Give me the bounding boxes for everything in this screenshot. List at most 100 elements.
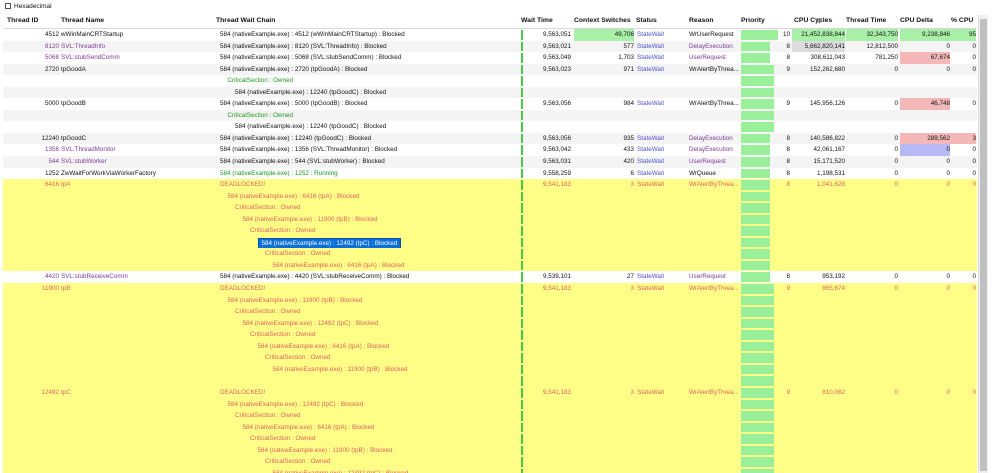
table-row[interactable]: 584 (nativeExample.exe) : 11900 (tpB) : …	[3, 213, 977, 226]
cpu-cycles-cell	[792, 445, 845, 457]
wait-chain-cell: CriticalSection : Owned	[216, 352, 568, 364]
table-row[interactable]: CriticalSection : Owned	[3, 329, 977, 341]
priority-cell	[741, 399, 792, 411]
wait-chain-text: DEADLOCKED!	[220, 388, 266, 396]
scrollbar-thumb[interactable]	[980, 19, 987, 471]
table-row[interactable]: 584 (nativeExample.exe) : 12240 (tpGoodC…	[3, 86, 977, 99]
wait-time-bar	[521, 445, 523, 456]
thread-name-cell: wWinMainCRTStartup	[59, 29, 216, 41]
wait-chain-text: CriticalSection : Owned	[265, 250, 331, 258]
table-row[interactable]: 584 (nativeExample.exe) : 12492 (tpC) : …	[3, 467, 977, 473]
table-row[interactable]: CriticalSection : Owned	[3, 202, 977, 214]
table-row[interactable]: 584 (nativeExample.exe) : 6416 (tpA) : B…	[3, 421, 977, 434]
status-cell-text: StateWait	[637, 54, 665, 62]
hexadecimal-checkbox[interactable]	[5, 3, 11, 9]
cpu-cycles-cell	[792, 410, 845, 422]
wait-time-bar	[521, 214, 523, 225]
priority-bar	[741, 168, 771, 179]
status-cell	[636, 191, 687, 203]
table-row[interactable]: 1252 ZwWaitForWorkViaWorkerFactory 584 (na…	[3, 167, 977, 180]
reason-cell	[689, 364, 739, 376]
table-row[interactable]: 584 (nativeExample.exe) : 6416 (tpA) : B…	[3, 190, 977, 203]
col-thread-time[interactable]: Thread Time	[846, 17, 886, 24]
table-row[interactable]: 5068 SVL:stubSendComm 584 (nativeExample.e…	[3, 52, 977, 64]
table-row[interactable]: CriticalSection : Owned	[3, 75, 977, 87]
wait-chain-cell: CriticalSection : Owned	[216, 202, 538, 214]
wait-chain-text[interactable]: 584 (nativeExample.exe) : 12492 (tpC) : …	[257, 237, 402, 249]
reason-cell-text: UserRequest	[689, 54, 726, 62]
wait-chain-cell: 584 (nativeExample.exe) : 5000 (tpGoodB)…	[216, 98, 523, 110]
table-row[interactable]: 12240 tpGoodC 584 (nativeExample.exe) : 12…	[3, 132, 977, 145]
cpu-cycles-cell: 810,062	[792, 387, 845, 399]
wait-chain-cell: CriticalSection : Owned	[216, 410, 538, 422]
col-thread-id[interactable]: Thread ID	[7, 17, 38, 24]
col-status[interactable]: Status	[636, 17, 657, 24]
col-reason[interactable]: Reason	[689, 17, 714, 24]
context-switches-cell	[574, 445, 634, 457]
table-row[interactable]: 2720 tpGoodA 584 (nativeExample.exe) : 272…	[3, 63, 977, 76]
cpu-delta-cell	[900, 341, 950, 353]
thread-name-cell	[59, 329, 216, 341]
status-cell	[636, 456, 687, 468]
col-wait-chain[interactable]: Thread Wait Chain	[216, 17, 275, 24]
table-row[interactable]: CriticalSection : Owned	[3, 225, 977, 237]
thread-name-cell: tpC	[59, 387, 216, 399]
table-row[interactable]: 4512 wWinMainCRTStartup 584 (nativeExample…	[3, 29, 977, 41]
table-row[interactable]: 11900 tpB DEADLOCKED! 9,541,183 3 StateWait Wr…	[3, 283, 977, 295]
wait-chain-text: 584 (nativeExample.exe) : 12240 (tpGoodC…	[220, 134, 372, 142]
col-thread-name[interactable]: Thread Name	[61, 17, 104, 24]
table-row[interactable]: 584 (nativeExample.exe) : 6416 (tpA) : B…	[3, 340, 977, 353]
table-row[interactable]: 12492 tpC DEADLOCKED! 9,541,183 3 StateWait Wr…	[3, 386, 977, 399]
status-cell	[636, 364, 687, 376]
col-wait-time[interactable]: Wait Time	[521, 17, 553, 24]
table-row[interactable]: 584 (nativeExample.exe) : 12240 (tpGoodC…	[3, 121, 977, 133]
table-row[interactable]: CriticalSection : Owned	[3, 306, 977, 318]
table-row[interactable]: 584 (nativeExample.exe) : 12492 (tpC) : …	[3, 317, 977, 330]
priority-bar	[741, 468, 775, 473]
hexadecimal-label[interactable]: Hexadecimal	[14, 3, 52, 10]
table-row[interactable]: CriticalSection : Owned	[3, 109, 977, 122]
table-row[interactable]: CriticalSection : Owned	[3, 456, 977, 468]
wait-chain-text: 584 (nativeExample.exe) : 6416 (tpA) : B…	[257, 342, 390, 350]
table-row[interactable]: 584 (nativeExample.exe) : 12492 (tpC) : …	[3, 398, 977, 411]
table-row[interactable]: 584 (nativeExample.exe) : 12492 (tpC) : …	[3, 236, 977, 249]
table-row[interactable]: 584 (nativeExample.exe) : 11900 (tpB) : …	[3, 363, 977, 376]
thread-id-cell: 1252	[3, 168, 59, 180]
cpu-cycles-cell	[792, 375, 845, 387]
table-row[interactable]: 584 (nativeExample.exe) : 11900 (tpB) : …	[3, 294, 977, 307]
table-row[interactable]: 4420 SVL:stubReceiveComm 584 (nativeExampl…	[3, 271, 977, 284]
thread-time-cell-text: 0	[894, 100, 898, 108]
reason-cell-text: DelayExecution	[689, 42, 733, 50]
table-row[interactable]: CriticalSection : Owned	[3, 433, 977, 445]
col-cpu-delta[interactable]: CPU Delta	[900, 17, 933, 24]
reason-cell	[689, 75, 739, 87]
col-context-switches[interactable]: Context Switches	[574, 17, 631, 24]
cpu-delta-cell	[900, 456, 950, 468]
context-switches-cell: 3	[574, 179, 634, 191]
col-pct-cpu[interactable]: % CPU	[951, 17, 973, 24]
status-cell: StateWait	[636, 387, 687, 399]
cpu-cycles-cell-text: 42,061,167	[813, 146, 845, 154]
table-row[interactable]: CriticalSection : Owned	[3, 248, 977, 260]
thread-grid: Thread ID Thread Name Thread Wait Chain …	[3, 15, 977, 473]
thread-id-cell	[3, 433, 59, 445]
wait-chain-cell: DEADLOCKED!	[216, 387, 523, 399]
table-row[interactable]: 6416 tpA DEADLOCKED! 9,541,183 3 StateWait WrA…	[3, 179, 977, 191]
table-row[interactable]: 584 (nativeExample.exe) : 6416 (tpA) : B…	[3, 259, 977, 272]
reason-cell	[689, 121, 739, 133]
table-row[interactable]: CriticalSection : Owned	[3, 410, 977, 422]
thread-id-cell	[3, 237, 59, 249]
col-priority[interactable]: Priority	[741, 17, 765, 24]
vertical-scrollbar[interactable]	[978, 15, 988, 473]
col-cpu-cycles[interactable]: CPU Cycles	[794, 17, 832, 24]
table-row[interactable]: 544 SVL:stubWorker 584 (nativeExample.exe)…	[3, 156, 977, 168]
cpu-delta-cell	[900, 75, 950, 87]
table-row[interactable]: 5000 tpGoodB 584 (nativeExample.exe) : 500…	[3, 98, 977, 110]
table-row[interactable]: 1356 SVL:ThreadMonitor 584 (nativeExample.…	[3, 144, 977, 157]
table-row[interactable]: 584 (nativeExample.exe) : 11900 (tpB) : …	[3, 444, 977, 457]
wait-time-cell: 9,541,183	[521, 283, 571, 295]
table-row[interactable]: CriticalSection : Owned	[3, 352, 977, 364]
table-row[interactable]	[3, 375, 977, 387]
table-row[interactable]: 8120 SVL:ThreadInfo 584 (nativeExample.exe…	[3, 40, 977, 53]
wait-time-cell: 9,539,101	[521, 271, 571, 283]
